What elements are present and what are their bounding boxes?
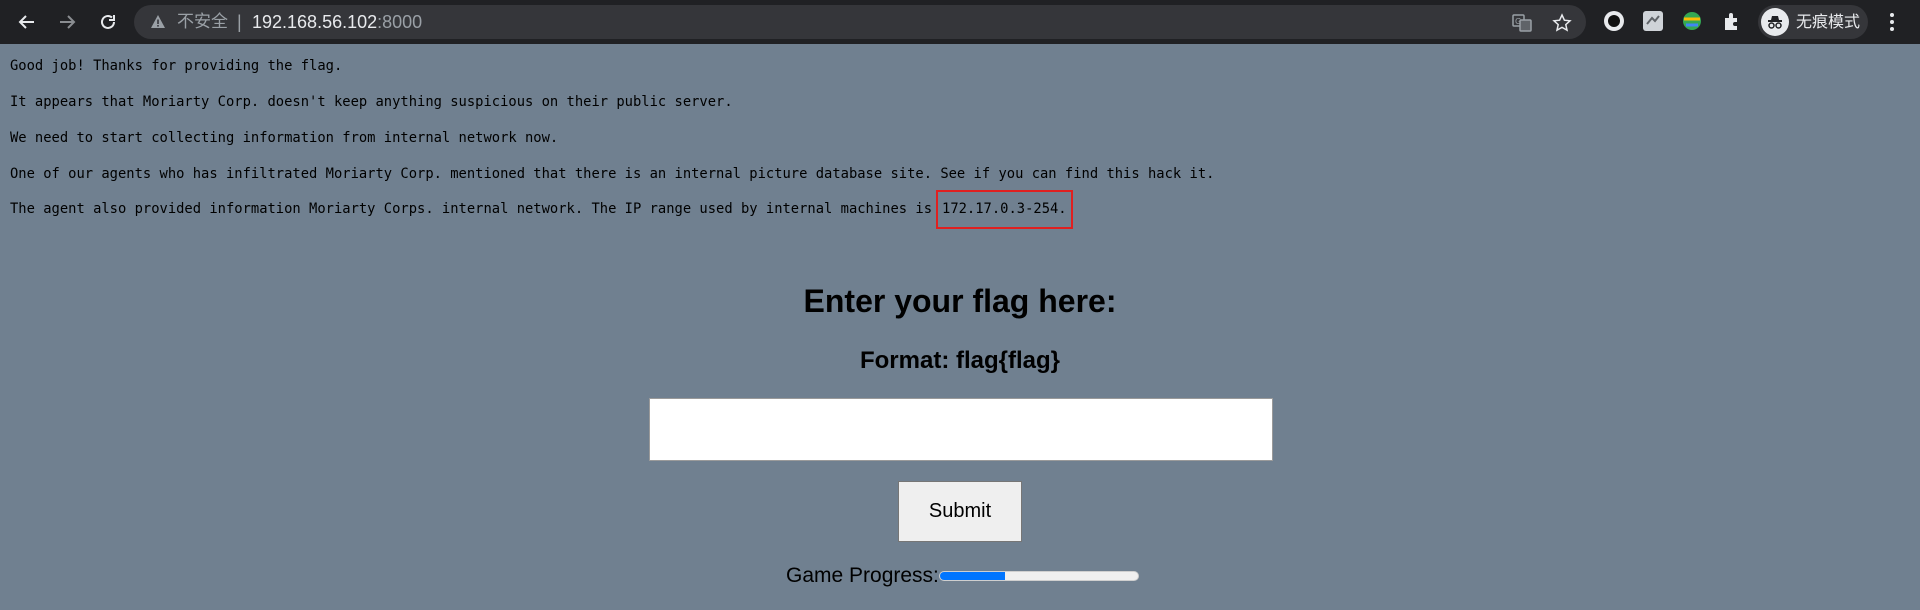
message-line: One of our agents who has infiltrated Mo… xyxy=(10,166,1215,182)
incognito-profile-button[interactable]: 无痕模式 xyxy=(1758,5,1868,39)
url-text[interactable]: 192.168.56.102:8000 xyxy=(252,12,422,32)
extension-bird-icon[interactable] xyxy=(1642,10,1664,37)
format-hint: Format: flag{flag} xyxy=(859,347,1060,374)
progress-fill xyxy=(939,572,1006,580)
message-line-ip: The agent also provided information Mori… xyxy=(10,190,1073,229)
ip-range-highlight: 172.17.0.3-254. xyxy=(936,190,1073,229)
security-label[interactable]: 不安全 xyxy=(177,13,228,31)
message-line: It appears that Moriarty Corp. doesn't k… xyxy=(10,94,733,110)
reload-icon[interactable] xyxy=(94,8,122,36)
message-line: Good job! Thanks for providing the flag. xyxy=(10,58,343,74)
menu-icon[interactable] xyxy=(1884,10,1900,39)
ip-intro-text: The agent also provided information Mori… xyxy=(10,201,933,217)
forward-icon[interactable] xyxy=(53,8,81,36)
progress-bar xyxy=(938,571,1139,581)
url-port: :8000 xyxy=(377,12,423,32)
extension-icon[interactable] xyxy=(1721,10,1743,37)
progress-label: Game Progress: xyxy=(786,564,939,587)
game-progress: Game Progress: xyxy=(786,563,1139,589)
page-title: Enter your flag here: xyxy=(803,283,1117,319)
extension-circle-icon[interactable] xyxy=(1603,10,1625,37)
submit-button[interactable]: Submit xyxy=(898,481,1022,542)
flag-input[interactable] xyxy=(649,398,1273,461)
url-host: 192.168.56.102 xyxy=(252,12,378,32)
translate-icon[interactable]: G xyxy=(1512,13,1532,38)
incognito-icon xyxy=(1761,8,1789,36)
browser-toolbar: 不安全 | 192.168.56.102:8000 G 无痕模式 xyxy=(0,0,1920,44)
url-separator: | xyxy=(237,12,242,32)
back-icon[interactable] xyxy=(13,8,41,36)
warning-icon[interactable] xyxy=(150,14,166,35)
svg-text:G: G xyxy=(1515,17,1521,26)
message-line: We need to start collecting information … xyxy=(10,130,559,146)
address-bar[interactable]: 不安全 | 192.168.56.102:8000 G xyxy=(134,5,1586,39)
extension-globe-icon[interactable] xyxy=(1681,10,1703,37)
bookmark-star-icon[interactable] xyxy=(1552,13,1572,38)
profile-label: 无痕模式 xyxy=(1796,12,1861,31)
